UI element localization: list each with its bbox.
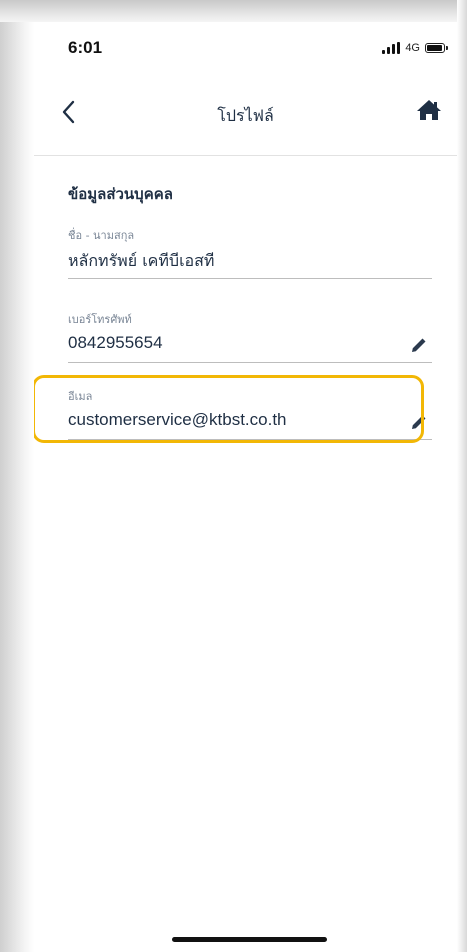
- right-shadow: [457, 0, 467, 952]
- email-label: อีเมล: [68, 390, 93, 403]
- email-row: customerservice@ktbst.co.th: [68, 405, 432, 440]
- email-field: อีเมล customerservice@ktbst.co.th: [68, 389, 432, 440]
- status-time: 6:01: [68, 38, 103, 57]
- pencil-icon: [412, 338, 426, 352]
- name-field: ชื่อ - นามสกุล หลักทรัพย์ เคทีบีเอสที: [68, 228, 432, 279]
- status-indicators: 4G: [382, 41, 448, 55]
- home-indicator: [172, 937, 327, 942]
- phone-value: 0842955654: [68, 333, 163, 352]
- section-title: ข้อมูลส่วนบุคคล: [68, 185, 173, 203]
- home-icon: [417, 100, 441, 120]
- name-value: หลักทรัพย์ เคทีบีเอสที: [68, 251, 215, 270]
- name-row: หลักทรัพย์ เคทีบีเอสที: [68, 244, 432, 279]
- page-title: โปรไฟล์: [217, 106, 274, 125]
- top-shadow: [0, 0, 467, 22]
- name-label: ชื่อ - นามสกุล: [68, 229, 135, 242]
- network-label: 4G: [405, 42, 420, 54]
- screenshot-frame: 6:01 4G โปรไฟล์ ข้อมูลส่วนบุคคล ชื่อ - น…: [0, 0, 467, 952]
- phone-field: เบอร์โทรศัพท์ 0842955654: [68, 312, 432, 363]
- signal-bars-icon: [382, 42, 401, 54]
- email-value: customerservice@ktbst.co.th: [68, 410, 287, 429]
- home-button[interactable]: [411, 92, 447, 128]
- pencil-icon: [412, 415, 426, 429]
- phone-screen: 6:01 4G โปรไฟล์ ข้อมูลส่วนบุคคล ชื่อ - น…: [34, 22, 457, 952]
- edit-phone-button[interactable]: [406, 332, 432, 358]
- navigation-bar: โปรไฟล์: [34, 76, 457, 156]
- phone-label: เบอร์โทรศัพท์: [68, 313, 132, 326]
- edit-email-button[interactable]: [406, 409, 432, 435]
- phone-row: 0842955654: [68, 328, 432, 363]
- status-bar: 6:01 4G: [34, 22, 457, 76]
- battery-icon: [425, 43, 448, 53]
